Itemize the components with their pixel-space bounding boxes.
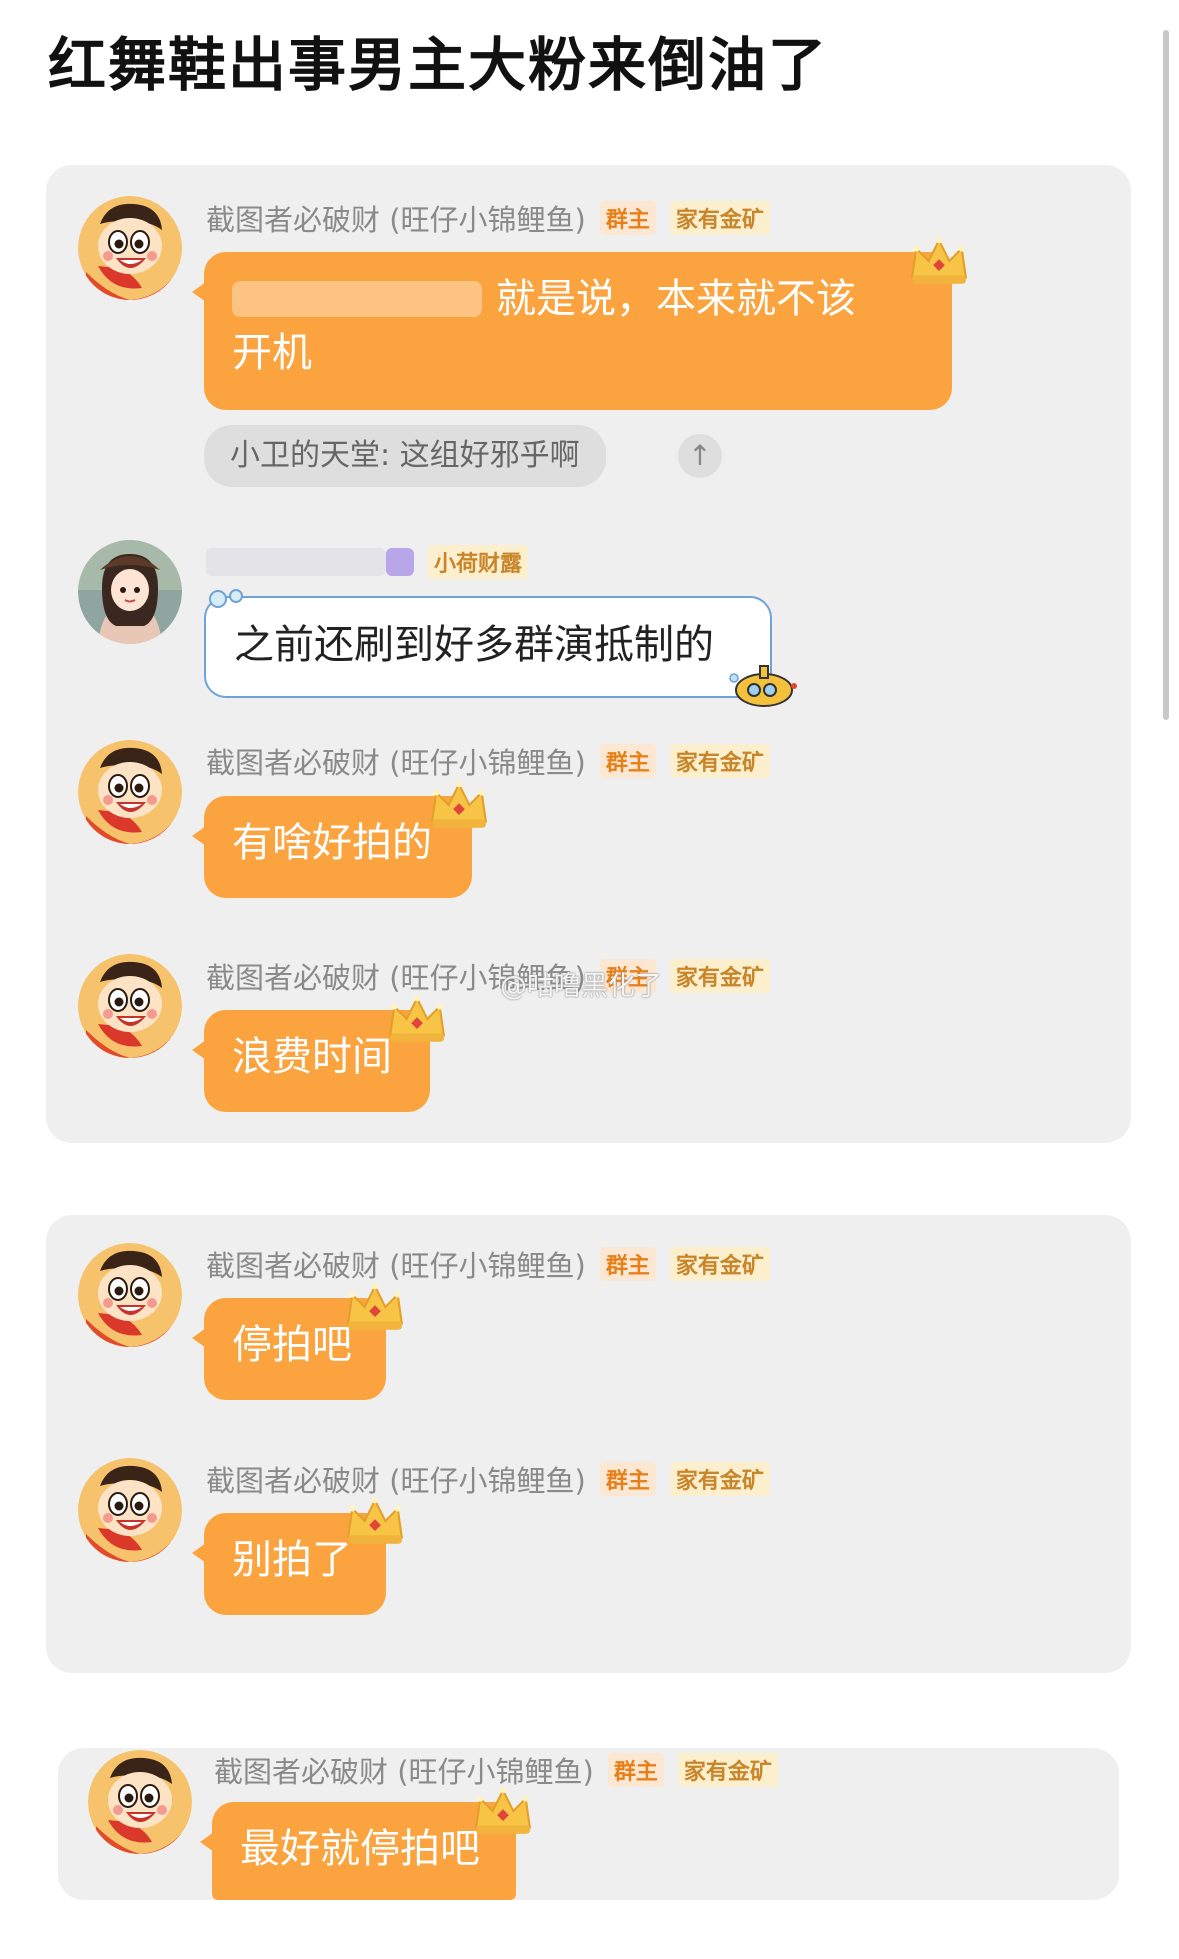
wangzai-avatar-icon — [78, 954, 182, 1058]
wangzai-avatar-icon — [78, 1458, 182, 1562]
member-badge: 小荷财露 — [428, 545, 529, 579]
crown-icon — [386, 994, 448, 1046]
gold-badge: 家有金矿 — [677, 1753, 778, 1787]
sender-line: 截图者必破财 (旺仔小锦鲤鱼) 群主 家有金矿 — [206, 200, 770, 237]
sender-line: 截图者必破财 (旺仔小锦鲤鱼) 群主 家有金矿 — [206, 958, 770, 995]
quoted-reply[interactable]: 小卫的天堂: 这组好邪乎啊 — [204, 425, 606, 487]
message-text-line-2: 开机 — [232, 330, 312, 376]
bubble-decoration-icon — [209, 589, 243, 608]
page-title: 红舞鞋出事男主大粉来倒油了 — [48, 31, 829, 99]
scrollbar[interactable] — [1163, 30, 1169, 720]
wangzai-avatar-icon — [78, 1243, 182, 1347]
message-bubble[interactable]: 之前还刷到好多群演抵制的 — [204, 596, 772, 698]
message-bubble[interactable]: 就是说，本来就不该 开机 — [192, 252, 952, 410]
crown-icon — [344, 1282, 406, 1334]
sender-name: 截图者必破财 (旺仔小锦鲤鱼) — [206, 746, 586, 780]
sender-name: 截图者必破财 (旺仔小锦鲤鱼) — [206, 203, 586, 237]
crown-icon — [908, 236, 970, 288]
crown-icon — [472, 1786, 534, 1838]
gold-badge: 家有金矿 — [669, 201, 770, 235]
message-text: 别拍了 — [232, 1537, 352, 1583]
message-bubble[interactable]: 最好就停拍吧 — [200, 1802, 516, 1900]
sender-line: 截图者必破财 (旺仔小锦鲤鱼) 群主 家有金矿 — [206, 1246, 770, 1283]
gold-badge: 家有金矿 — [669, 1462, 770, 1496]
avatar[interactable] — [78, 740, 182, 844]
wangzai-avatar-icon — [78, 196, 182, 300]
owner-badge: 群主 — [599, 201, 656, 235]
avatar[interactable] — [88, 1750, 192, 1854]
sender-line: 小荷财露 — [206, 544, 529, 580]
message-text: 浪费时间 — [232, 1034, 392, 1080]
message-text: 停拍吧 — [232, 1322, 352, 1368]
blurred-badge — [386, 548, 414, 576]
gold-badge: 家有金矿 — [669, 959, 770, 993]
crown-icon — [344, 1496, 406, 1548]
avatar[interactable] — [78, 1243, 182, 1347]
owner-badge: 群主 — [599, 1247, 656, 1281]
message-text: 最好就停拍吧 — [240, 1826, 480, 1872]
sender-name: 截图者必破财 (旺仔小锦鲤鱼) — [214, 1755, 594, 1789]
wangzai-avatar-icon — [88, 1750, 192, 1854]
gold-badge: 家有金矿 — [669, 1247, 770, 1281]
sender-name: 截图者必破财 (旺仔小锦鲤鱼) — [206, 1249, 586, 1283]
owner-badge: 群主 — [599, 1462, 656, 1496]
avatar[interactable] — [78, 954, 182, 1058]
sender-line: 截图者必破财 (旺仔小锦鲤鱼) 群主 家有金矿 — [206, 1461, 770, 1498]
sender-name: 截图者必破财 (旺仔小锦鲤鱼) — [206, 1464, 586, 1498]
avatar[interactable] — [78, 1458, 182, 1562]
owner-badge: 群主 — [607, 1753, 664, 1787]
watermark-text: @咕噜黑化了 — [500, 971, 662, 1002]
gold-badge: 家有金矿 — [669, 744, 770, 778]
avatar[interactable] — [78, 540, 182, 644]
crown-icon — [428, 780, 490, 832]
blurred-mention — [232, 281, 482, 317]
bubble-decoration-icon — [729, 665, 797, 707]
message-text-line-1: 就是说，本来就不该 — [232, 272, 924, 326]
avatar[interactable] — [78, 196, 182, 300]
owner-badge: 群主 — [599, 744, 656, 778]
message-text: 有啥好拍的 — [232, 820, 432, 866]
wangzai-avatar-icon — [78, 740, 182, 844]
sender-line: 截图者必破财 (旺仔小锦鲤鱼) 群主 家有金矿 — [206, 743, 770, 780]
pin-top-icon[interactable]: ↑ — [678, 434, 722, 478]
message-text: 之前还刷到好多群演抵制的 — [234, 622, 714, 668]
blurred-sender-name — [206, 548, 386, 576]
girl-avatar-icon — [78, 540, 182, 644]
sender-line: 截图者必破财 (旺仔小锦鲤鱼) 群主 家有金矿 — [214, 1752, 778, 1789]
